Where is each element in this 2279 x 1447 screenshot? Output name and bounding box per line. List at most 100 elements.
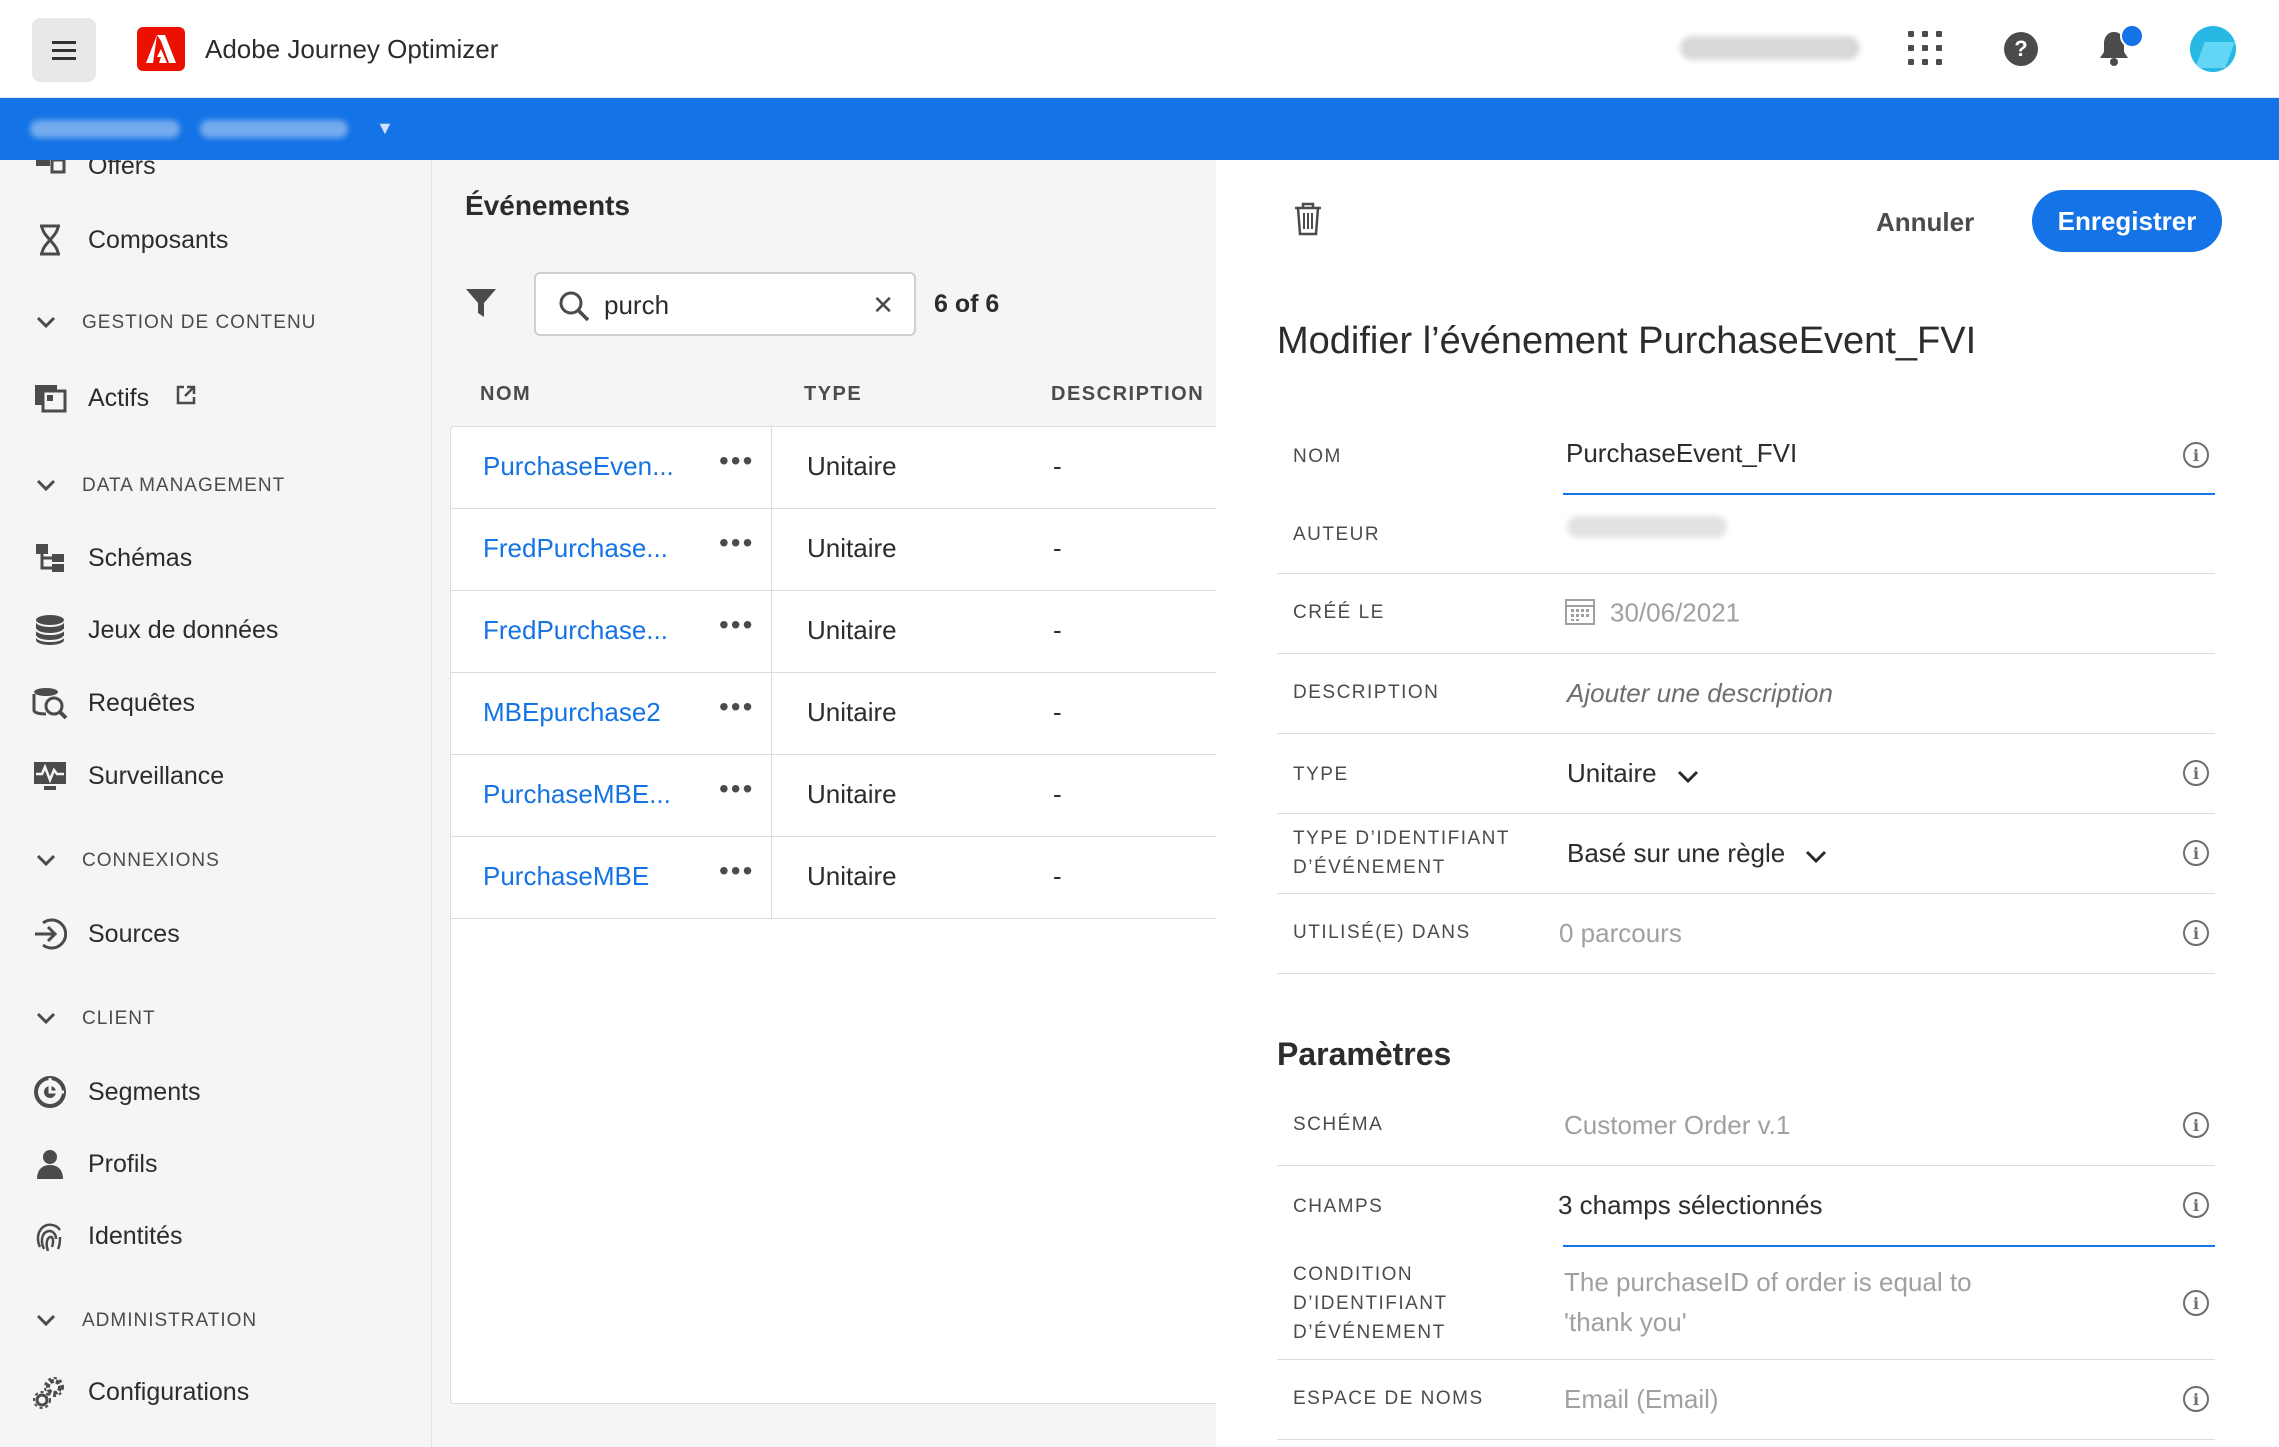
more-actions-icon[interactable]: ••• xyxy=(719,609,754,641)
top-bar: Adobe Journey Optimizer ? xyxy=(0,0,2279,98)
table-row[interactable]: FredPurchase... ••• Unitaire - xyxy=(451,509,1217,591)
author-name-redacted xyxy=(1567,516,1727,538)
table-row[interactable]: PurchaseMBE ••• Unitaire - xyxy=(451,837,1217,919)
chevron-down-icon xyxy=(36,1008,56,1030)
event-name-link[interactable]: PurchaseMBE... xyxy=(483,779,671,810)
event-type: Unitaire xyxy=(807,697,897,727)
menu-icon[interactable] xyxy=(32,18,96,82)
segments-icon xyxy=(32,1074,68,1110)
save-button[interactable]: Enregistrer xyxy=(2032,190,2222,252)
more-actions-icon[interactable]: ••• xyxy=(719,773,754,805)
schemas-icon xyxy=(32,540,68,576)
info-icon[interactable]: i xyxy=(2183,760,2209,786)
used-in-value: 0 parcours xyxy=(1559,918,1682,948)
schema-value: Customer Order v.1 xyxy=(1564,1110,1791,1140)
nav-item-profils[interactable]: Profils xyxy=(32,1146,157,1182)
event-name-link[interactable]: PurchaseMBE xyxy=(483,861,649,892)
nav-item-schemas[interactable]: Schémas xyxy=(32,540,192,576)
cancel-button[interactable]: Annuler xyxy=(1876,207,1974,238)
table-row[interactable]: MBEpurchase2 ••• Unitaire - xyxy=(451,673,1217,755)
search-input[interactable] xyxy=(604,286,854,324)
results-count: 6 of 6 xyxy=(934,290,1000,318)
clear-search-icon[interactable]: ✕ xyxy=(872,290,894,321)
offers-icon xyxy=(32,160,68,184)
more-actions-icon[interactable]: ••• xyxy=(719,855,754,887)
info-icon[interactable]: i xyxy=(2183,442,2209,468)
user-avatar[interactable] xyxy=(2190,26,2236,72)
column-header-type[interactable]: TYPE xyxy=(804,383,862,406)
monitoring-icon xyxy=(32,758,68,794)
column-header-nom[interactable]: NOM xyxy=(480,383,531,406)
fields-selector[interactable]: 3 champs sélectionnés xyxy=(1558,1190,1822,1221)
section-data-management[interactable]: DATA MANAGEMENT xyxy=(36,475,285,497)
info-icon[interactable]: i xyxy=(2183,840,2209,866)
event-description: - xyxy=(1053,697,1062,727)
event-type: Unitaire xyxy=(807,861,897,891)
property-row-description: DESCRIPTION Ajouter une description xyxy=(1277,654,2215,734)
table-row[interactable]: FredPurchase... ••• Unitaire - xyxy=(451,591,1217,673)
condition-value[interactable]: The purchaseID of order is equal to'than… xyxy=(1564,1262,1972,1342)
event-description: - xyxy=(1053,861,1062,891)
nav-item-requetes[interactable]: Requêtes xyxy=(32,685,195,721)
nav-item-offers[interactable]: Offers xyxy=(32,160,156,184)
filter-icon[interactable] xyxy=(464,286,498,325)
nav-item-surveillance[interactable]: Surveillance xyxy=(32,758,224,794)
table-row[interactable]: PurchaseMBE... ••• Unitaire - xyxy=(451,755,1217,837)
id-type-dropdown[interactable]: Basé sur une règle xyxy=(1567,838,1827,871)
search-icon xyxy=(558,290,590,327)
event-name-link[interactable]: FredPurchase... xyxy=(483,533,668,564)
help-icon[interactable]: ? xyxy=(2004,32,2038,66)
nav-item-jeux-de-donnees[interactable]: Jeux de données xyxy=(32,612,278,648)
app-title: Adobe Journey Optimizer xyxy=(205,34,499,64)
property-label: SCHÉMA xyxy=(1293,1114,1384,1135)
nav-item-segments[interactable]: Segments xyxy=(32,1074,201,1110)
apps-grid-icon[interactable] xyxy=(1908,31,1942,65)
param-row-fields: CHAMPS 3 champs sélectionnés i xyxy=(1277,1166,2215,1247)
table-row[interactable]: PurchaseEven... ••• Unitaire - xyxy=(451,427,1217,509)
property-row-created: CRÉÉ LE 30/06/2021 xyxy=(1277,574,2215,654)
type-dropdown[interactable]: Unitaire xyxy=(1567,758,1699,791)
info-icon[interactable]: i xyxy=(2183,1386,2209,1412)
more-actions-icon[interactable]: ••• xyxy=(719,691,754,723)
section-administration[interactable]: ADMINISTRATION xyxy=(36,1310,257,1332)
column-divider xyxy=(771,837,772,919)
event-type: Unitaire xyxy=(807,615,897,645)
chevron-down-icon xyxy=(1677,760,1699,791)
more-actions-icon[interactable]: ••• xyxy=(719,445,754,477)
section-connexions[interactable]: CONNEXIONS xyxy=(36,850,220,872)
trash-icon[interactable] xyxy=(1293,202,1323,241)
search-field[interactable]: ✕ xyxy=(534,272,916,336)
column-header-description[interactable]: DESCRIPTION xyxy=(1051,383,1204,406)
nav-item-sources[interactable]: Sources xyxy=(32,916,180,952)
chevron-down-icon xyxy=(36,312,56,334)
nav-item-composants[interactable]: Composants xyxy=(32,222,228,258)
event-name-link[interactable]: FredPurchase... xyxy=(483,615,668,646)
left-navigation: Offers Composants GESTION DE CONTENU Act… xyxy=(0,160,432,1447)
namespace-value: Email (Email) xyxy=(1564,1384,1719,1414)
nav-item-actifs[interactable]: Actifs xyxy=(32,380,197,416)
event-name-link[interactable]: PurchaseEven... xyxy=(483,451,674,482)
info-icon[interactable]: i xyxy=(2183,1290,2209,1316)
property-label: TYPE D’IDENTIFIANT D’ÉVÉNEMENT xyxy=(1293,828,1511,878)
nav-item-identites[interactable]: Identités xyxy=(32,1218,183,1254)
sandbox-name-redacted[interactable] xyxy=(200,120,348,138)
more-actions-icon[interactable]: ••• xyxy=(719,527,754,559)
event-name-link[interactable]: MBEpurchase2 xyxy=(483,697,661,728)
chevron-down-icon[interactable]: ▼ xyxy=(376,118,394,139)
property-label: UTILISÉ(E) DANS xyxy=(1293,922,1471,943)
info-icon[interactable]: i xyxy=(2183,920,2209,946)
column-divider xyxy=(771,427,772,509)
column-divider xyxy=(771,673,772,755)
nav-item-configurations[interactable]: Configurations xyxy=(32,1374,249,1410)
parameters-section-title: Paramètres xyxy=(1277,1036,1452,1072)
calendar-icon xyxy=(1564,596,1596,633)
section-client[interactable]: CLIENT xyxy=(36,1008,156,1030)
gears-icon xyxy=(32,1374,68,1410)
adobe-logo xyxy=(137,27,185,71)
description-field[interactable]: Ajouter une description xyxy=(1567,678,1833,709)
events-list-title: Événements xyxy=(465,190,630,221)
section-gestion-de-contenu[interactable]: GESTION DE CONTENU xyxy=(36,312,316,334)
info-icon[interactable]: i xyxy=(2183,1112,2209,1138)
info-icon[interactable]: i xyxy=(2183,1192,2209,1218)
event-name-field[interactable]: PurchaseEvent_FVI xyxy=(1566,438,1797,469)
